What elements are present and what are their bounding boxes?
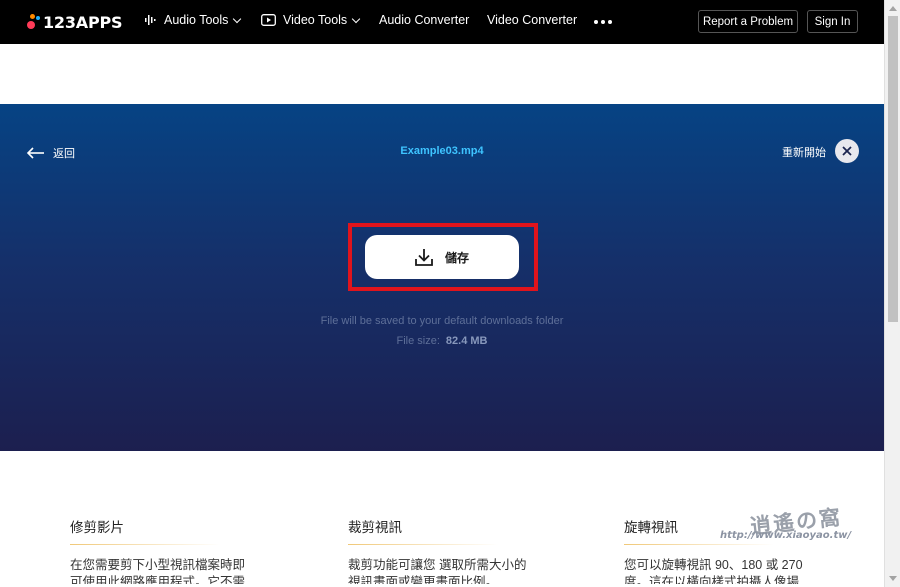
feature-card-trim: 修剪影片 在您需要剪下小型視訊檔案時即 可使用此網路應用程式。它不需 (70, 516, 270, 584)
feature-card-crop: 裁剪視訊 裁剪功能可讓您 選取所需大小的 視訊畫面或變更畫面比例。 (348, 516, 548, 584)
watermark: 逍遙の窩 http://www.xiaoyao.tw/ (706, 504, 876, 550)
nav-video-tools-label: Video Tools (283, 13, 348, 27)
card-text-line: 度。這在以橫向樣式拍攝人像場 (624, 575, 800, 584)
scroll-down-icon[interactable] (889, 576, 897, 581)
save-location-note: File will be saved to your default downl… (320, 315, 564, 327)
nav-video-converter[interactable]: Video Converter (487, 13, 577, 27)
card-text: 在您需要剪下小型視訊檔案時即 可使用此網路應用程式。它不需 (70, 557, 270, 584)
card-text: 裁剪功能可讓您 選取所需大小的 視訊畫面或變更畫面比例。 (348, 557, 548, 584)
file-name: Example03.mp4 (400, 145, 484, 157)
vertical-scrollbar[interactable] (884, 0, 900, 587)
file-size-label: File size: (396, 335, 440, 347)
chevron-down-icon (351, 14, 361, 23)
more-menu-icon[interactable] (594, 20, 612, 24)
card-text-line: 可使用此網路應用程式。它不需 (70, 575, 246, 584)
scroll-up-icon[interactable] (889, 6, 897, 11)
card-divider (348, 544, 498, 545)
file-size-value: 82.4 MB (445, 335, 488, 347)
audio-wave-icon (145, 15, 156, 25)
card-title: 修剪影片 (70, 520, 124, 535)
scroll-thumb[interactable] (888, 16, 898, 322)
top-navbar: 123APPS Audio Tools Video Tools Audio Co… (0, 0, 884, 44)
chevron-down-icon (233, 14, 242, 23)
card-text-line: 裁剪功能可讓您 選取所需大小的 (348, 558, 527, 572)
watermark-url: http://www.xiaoyao.tw/ (720, 530, 852, 541)
card-text-line: 視訊畫面或變更畫面比例。 (348, 575, 499, 584)
card-text-line: 在您需要剪下小型視訊檔案時即 (70, 558, 246, 572)
close-button[interactable] (835, 139, 859, 163)
card-divider (70, 544, 220, 545)
brand-logo[interactable]: 123APPS (26, 12, 123, 32)
restart-button[interactable]: 重新開始 (782, 144, 826, 160)
close-icon (842, 146, 852, 156)
nav-audio-tools-label: Audio Tools (164, 13, 229, 27)
save-label: 儲存 (444, 250, 469, 265)
nav-video-tools[interactable]: Video Tools (261, 13, 361, 27)
card-title: 裁剪視訊 (348, 520, 402, 535)
save-button[interactable]: 儲存 (365, 235, 519, 279)
card-text-line: 您可以旋轉視訊 90、180 或 270 (624, 558, 803, 572)
brand-name: 123APPS (43, 12, 123, 32)
nav-audio-converter[interactable]: Audio Converter (379, 13, 469, 27)
file-size-info: File size: 82.4 MB (0, 335, 884, 347)
sign-in-button[interactable]: Sign In (807, 10, 858, 33)
card-text: 您可以旋轉視訊 90、180 或 270 度。這在以橫向樣式拍攝人像場 (624, 557, 824, 584)
download-icon (415, 249, 433, 266)
nav-audio-tools[interactable]: Audio Tools (145, 13, 242, 27)
report-problem-button[interactable]: Report a Problem (698, 10, 798, 33)
download-panel: 返回 Example03.mp4 重新開始 儲存 File will be sa… (0, 104, 884, 451)
video-play-icon (261, 14, 276, 26)
logo-dots-icon (26, 13, 41, 31)
